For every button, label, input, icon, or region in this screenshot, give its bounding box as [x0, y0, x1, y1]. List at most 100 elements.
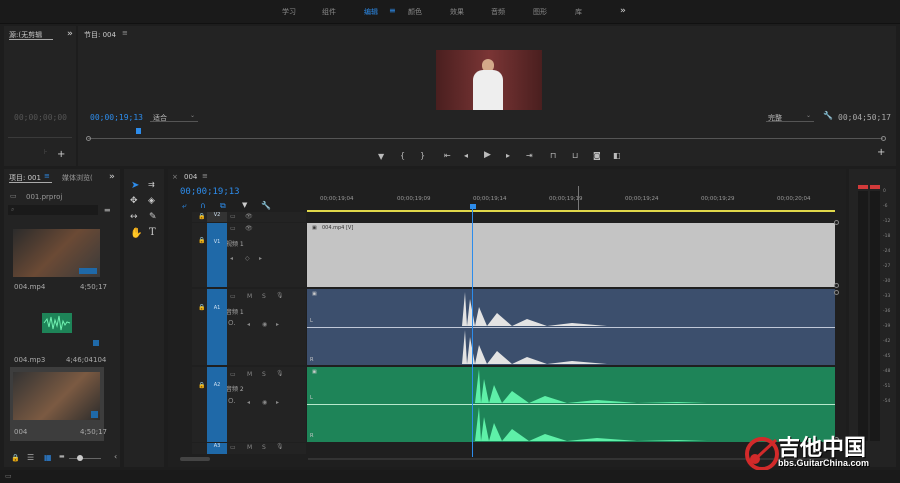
new-bin-icon[interactable]: ▬ — [104, 206, 111, 214]
program-scrub-bar[interactable] — [88, 138, 883, 139]
step-back-icon[interactable]: ◂ — [464, 151, 468, 160]
workspace-overflow-icon[interactable]: » — [620, 6, 626, 16]
lock-icon[interactable]: 🔒 — [198, 213, 205, 220]
list-view-icon[interactable]: ☰ — [27, 453, 34, 462]
selection-tool-icon[interactable]: ➤ — [131, 180, 139, 191]
project-overflow-icon[interactable]: » — [109, 172, 115, 182]
mark-out-icon[interactable]: } — [420, 151, 425, 160]
extract-icon[interactable]: ⊔ — [572, 151, 578, 160]
lift-icon[interactable]: ⊓ — [550, 151, 556, 160]
mark-in-icon[interactable]: { — [400, 151, 405, 160]
program-menu-icon[interactable]: ≡ — [122, 29, 128, 37]
sequence-tab[interactable]: 004 — [184, 173, 197, 181]
go-to-out-icon[interactable]: ⇥ — [526, 151, 533, 160]
track-height-handle[interactable] — [834, 220, 839, 225]
toggle-sync-icon[interactable]: ▭ — [230, 371, 236, 378]
zoom-out-icon[interactable]: ▬ — [59, 453, 65, 460]
project-search-input[interactable]: ⌕ — [8, 205, 98, 215]
scrub-end-handle[interactable] — [881, 136, 886, 141]
solo-button[interactable]: S — [262, 371, 266, 378]
clip-thumbnail-004-mp3[interactable] — [13, 297, 100, 349]
timeline-timecode[interactable]: 00;00;19;13 — [180, 187, 240, 197]
solo-button[interactable]: S — [262, 444, 266, 451]
scrub-start-handle[interactable] — [86, 136, 91, 141]
microphone-icon[interactable]: 🎙 — [276, 443, 284, 450]
keyframe-add-icon[interactable]: ◉ — [262, 399, 267, 406]
keyframe-add-icon[interactable]: ◉ — [262, 321, 267, 328]
toggle-sync-icon[interactable]: ▭ — [230, 444, 236, 451]
meter-clip-indicator-left[interactable] — [858, 185, 868, 189]
program-timecode[interactable]: 00;00;19;13 — [90, 113, 143, 122]
timeline-settings-icon[interactable]: 🔧 — [261, 201, 271, 210]
lock-icon[interactable]: 🔒 — [198, 237, 205, 244]
workspace-tab-color[interactable]: 颜色 — [408, 7, 422, 17]
ripple-edit-tool-icon[interactable]: ✥ — [130, 196, 138, 206]
snap-icon[interactable]: ∩ — [200, 201, 206, 210]
timeline-marker-icon[interactable]: ▼ — [242, 201, 247, 209]
mute-button[interactable]: M — [247, 444, 252, 451]
work-area-bar[interactable] — [307, 210, 835, 212]
program-video-frame[interactable] — [436, 50, 542, 110]
razor-tool-icon[interactable]: ◈ — [148, 196, 155, 206]
track-target-a1[interactable]: A1 — [207, 289, 227, 365]
volume-icon[interactable]: O. — [228, 319, 235, 327]
keyframe-prev-icon[interactable]: ◂ — [247, 399, 250, 406]
timeline-zoom-scrollbar[interactable] — [180, 457, 210, 461]
go-to-in-icon[interactable]: ⇤ — [444, 151, 451, 160]
audio-clip-a1[interactable]: ▣ L R — [307, 289, 835, 365]
step-forward-icon[interactable]: ▸ — [506, 151, 510, 160]
export-frame-icon[interactable]: ◙ — [593, 151, 601, 160]
lock-icon[interactable]: 🔒 — [198, 382, 205, 389]
media-browser-tab[interactable]: 媒体浏览( — [62, 173, 93, 183]
timeline-playhead-line[interactable] — [472, 209, 473, 457]
track-target-a3[interactable]: A3 — [207, 443, 227, 454]
video-clip[interactable]: ▣ 004.mp4 [V] — [307, 223, 835, 287]
keyframe-prev-icon[interactable]: ◂ — [230, 255, 233, 262]
type-tool-icon[interactable]: T — [149, 227, 156, 238]
nest-icon[interactable]: ⤶ — [182, 201, 186, 211]
source-timecode[interactable]: 00;00;00;00 — [14, 113, 67, 122]
chevron-left-icon[interactable]: ‹ — [114, 452, 117, 461]
project-menu-icon[interactable]: ≡ — [44, 172, 50, 180]
eye-icon[interactable]: 👁 — [245, 213, 253, 220]
comparison-view-icon[interactable]: ◧ — [613, 151, 621, 160]
thumbnail-zoom-slider[interactable] — [69, 458, 101, 459]
keyframe-prev-icon[interactable]: ◂ — [247, 321, 250, 328]
slider-handle[interactable] — [77, 455, 83, 461]
program-add-button[interactable]: + — [877, 148, 885, 158]
fit-dropdown[interactable]: 适合 ⌄ — [150, 111, 198, 122]
linked-selection-icon[interactable]: ⧉ — [220, 201, 226, 211]
wrench-icon[interactable]: 🔧 — [823, 111, 833, 120]
keyframe-next-icon[interactable]: ▸ — [259, 255, 262, 262]
icon-view-icon[interactable]: ▦ — [44, 453, 52, 462]
workspace-tab-audio[interactable]: 音频 — [491, 7, 505, 17]
close-icon[interactable]: × — [172, 173, 178, 181]
workspace-tab-learn[interactable]: 学习 — [282, 7, 296, 17]
mute-button[interactable]: M — [247, 293, 252, 300]
keyframe-add-icon[interactable]: ◇ — [245, 255, 250, 262]
eye-icon[interactable]: 👁 — [245, 225, 253, 232]
program-monitor-tab[interactable]: 节目: 004 — [84, 30, 116, 40]
pen-tool-icon[interactable]: ✎ — [149, 212, 157, 222]
meter-clip-indicator-right[interactable] — [870, 185, 880, 189]
program-playhead[interactable] — [136, 128, 141, 134]
add-marker-icon[interactable]: ▼ — [378, 152, 384, 161]
track-target-v1[interactable]: V1 — [207, 223, 227, 287]
sequence-menu-icon[interactable]: ≡ — [202, 172, 208, 180]
clip-thumbnail-004-mp4[interactable] — [13, 229, 100, 277]
track-height-handle[interactable] — [834, 283, 839, 288]
marker-icon[interactable]: ⊦ — [44, 148, 48, 156]
hand-tool-icon[interactable]: ✋ — [130, 228, 142, 239]
source-add-button[interactable]: + — [57, 150, 65, 160]
source-overflow-icon[interactable]: » — [67, 29, 73, 39]
toggle-sync-icon[interactable]: ▭ — [230, 213, 236, 220]
workspace-menu-icon[interactable]: ≡ — [389, 6, 396, 15]
workspace-tab-effects[interactable]: 效果 — [450, 7, 464, 17]
workspace-tab-graphics[interactable]: 图形 — [533, 7, 547, 17]
keyframe-next-icon[interactable]: ▸ — [276, 321, 279, 328]
microphone-icon[interactable]: 🎙 — [276, 370, 284, 377]
microphone-icon[interactable]: 🎙 — [276, 292, 284, 299]
quality-dropdown[interactable]: 完整 ⌄ — [766, 111, 814, 122]
lock-icon[interactable]: 🔒 — [198, 304, 205, 311]
workspace-tab-editing[interactable]: 编辑 — [364, 7, 378, 17]
